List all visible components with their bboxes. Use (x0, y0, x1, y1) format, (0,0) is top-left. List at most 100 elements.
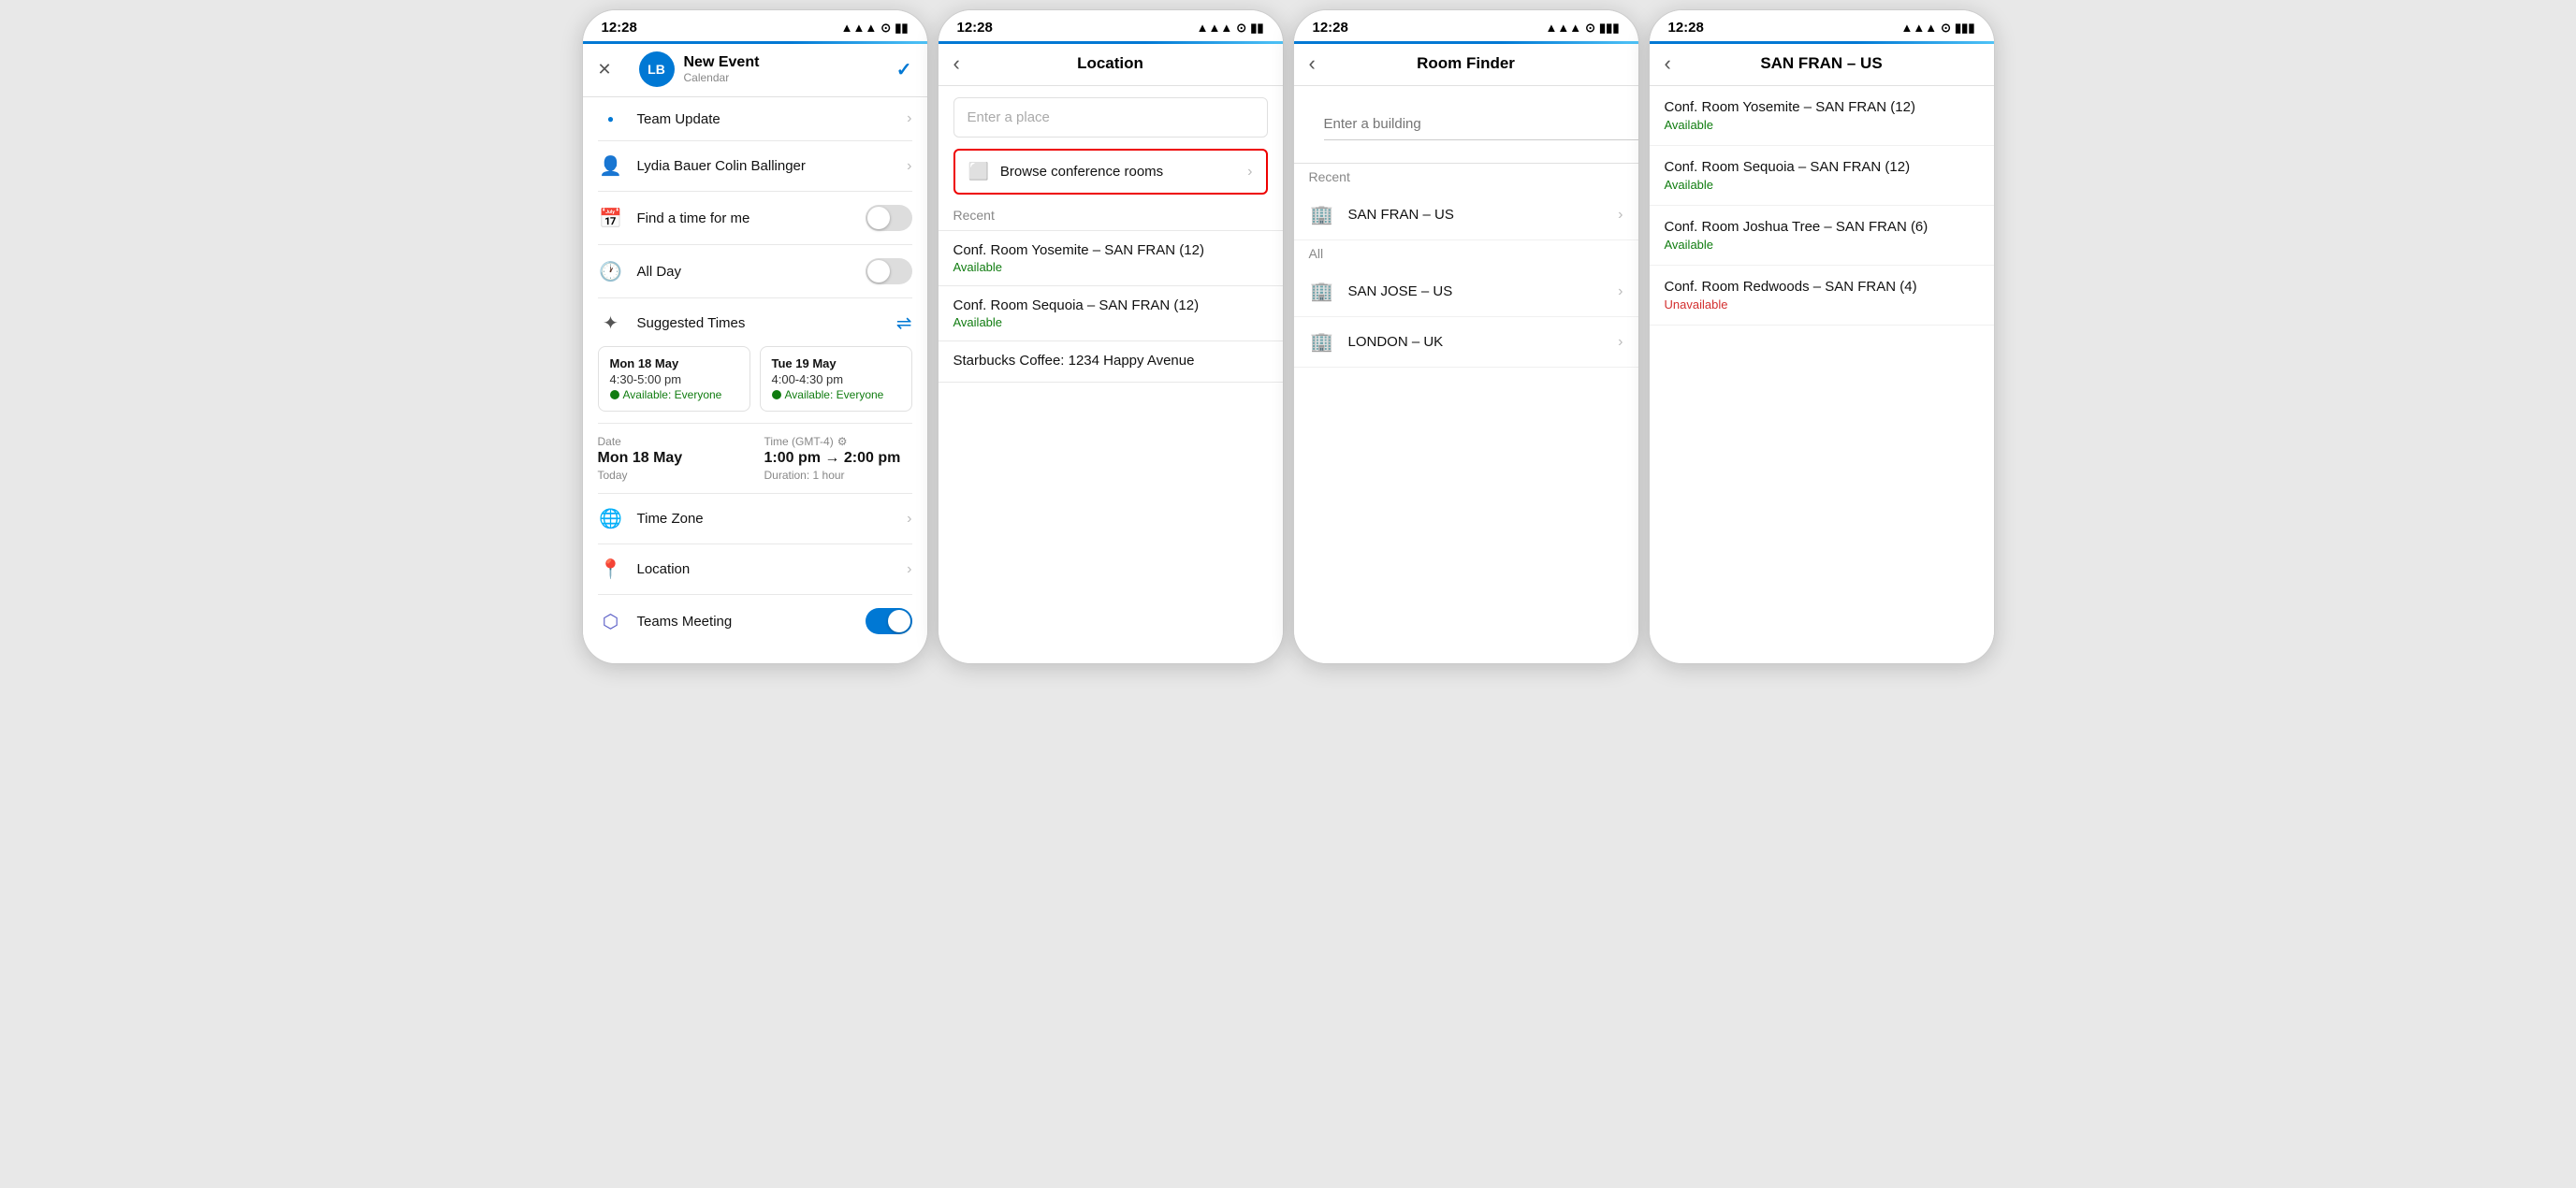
sparkle-icon: ✦ (598, 311, 624, 335)
recent-item-title-2: Starbucks Coffee: 1234 Happy Avenue (953, 353, 1268, 369)
time-2: 12:28 (957, 20, 993, 36)
time-label: Time (GMT-4) ⚙ (764, 435, 912, 448)
room-status-0: Available (1665, 118, 1979, 132)
all-day-toggle[interactable] (866, 258, 912, 284)
time-card-avail-1: Available: Everyone (772, 388, 900, 401)
time-card-date-1: Tue 19 May (772, 356, 900, 370)
battery-icon: ▮▮▮ (1955, 21, 1974, 36)
screen3-phone: 12:28 ▲▲▲ ⊙ ▮▮▮ ‹ Room Finder Recent 🏢 S… (1293, 9, 1639, 664)
globe-icon: 🌐 (598, 507, 624, 530)
event-header-text: New Event Calendar (684, 54, 875, 84)
room-result-1[interactable]: Conf. Room Sequoia – SAN FRAN (12) Avail… (1650, 146, 1994, 206)
status-icons-4: ▲▲▲ ⊙ ▮▮▮ (1901, 21, 1975, 36)
location-icon: 📍 (598, 558, 624, 581)
location-header-title: Location (991, 54, 1230, 73)
recent-section-label-3: Recent (1294, 164, 1638, 190)
building-icon: 🏢 (1309, 203, 1335, 226)
recent-item-status-1: Available (953, 315, 1268, 329)
check-icon[interactable]: ✓ (896, 58, 912, 81)
back-button-4[interactable]: ‹ (1665, 51, 1702, 76)
wifi-icon: ⊙ (1236, 21, 1246, 36)
teams-icon: ⬡ (598, 610, 624, 633)
suggested-times-label: Suggested Times (637, 315, 883, 331)
room-result-0[interactable]: Conf. Room Yosemite – SAN FRAN (12) Avai… (1650, 86, 1994, 146)
divider (939, 382, 1283, 383)
recent-item-2[interactable]: Starbucks Coffee: 1234 Happy Avenue (939, 341, 1283, 382)
room-name-3: Conf. Room Redwoods – SAN FRAN (4) (1665, 279, 1979, 295)
time-4: 12:28 (1668, 20, 1704, 36)
attendees-row[interactable]: 👤 Lydia Bauer Colin Ballinger › (583, 141, 927, 191)
avail-dot (610, 390, 619, 399)
building-row-all-1[interactable]: 🏢 LONDON – UK › (1294, 317, 1638, 368)
building-row-all-0[interactable]: 🏢 SAN JOSE – US › (1294, 267, 1638, 317)
recent-item-0[interactable]: Conf. Room Yosemite – SAN FRAN (12) Avai… (939, 231, 1283, 285)
back-button[interactable]: ‹ (953, 51, 991, 76)
rooms-icon: ⬜ (968, 162, 989, 181)
team-update-row[interactable]: ● Team Update › (583, 97, 927, 140)
all-section-label: All (1294, 240, 1638, 267)
avatar: LB (639, 51, 675, 87)
status-bar-4: 12:28 ▲▲▲ ⊙ ▮▮▮ (1650, 10, 1994, 41)
building-row-recent-0[interactable]: 🏢 SAN FRAN – US › (1294, 190, 1638, 240)
close-button[interactable]: ✕ (598, 60, 635, 80)
screen1-content: ● Team Update › 👤 Lydia Bauer Colin Ball… (583, 97, 927, 663)
close-icon[interactable]: ✕ (598, 60, 612, 80)
back-icon[interactable]: ‹ (1665, 51, 1671, 76)
enter-building-input[interactable] (1324, 109, 1638, 140)
date-value: Mon 18 May (598, 450, 746, 467)
browse-rooms-button[interactable]: ⬜ Browse conference rooms › (953, 149, 1268, 195)
confirm-button[interactable]: ✓ (875, 58, 912, 81)
circle-icon: ● (598, 112, 624, 125)
timezone-label: Time Zone (637, 511, 895, 527)
room-result-3[interactable]: Conf. Room Redwoods – SAN FRAN (4) Unava… (1650, 266, 1994, 326)
enter-place-input[interactable]: Enter a place (953, 97, 1268, 138)
chevron-icon: › (1618, 334, 1623, 351)
time-sub: Duration: 1 hour (764, 469, 912, 482)
back-icon[interactable]: ‹ (953, 51, 960, 76)
find-time-toggle[interactable] (866, 205, 912, 231)
battery-icon: ▮▮▮ (1599, 21, 1619, 36)
all-day-label: All Day (637, 264, 852, 280)
location-header: ‹ Location (939, 44, 1283, 86)
timezone-row[interactable]: 🌐 Time Zone › (583, 494, 927, 543)
building-name-all-1: LONDON – UK (1348, 334, 1606, 350)
teams-meeting-row: ⬡ Teams Meeting (583, 595, 927, 647)
attendees-label: Lydia Bauer Colin Ballinger (637, 158, 895, 174)
suggested-times-row[interactable]: ✦ Suggested Times ⇌ (583, 298, 927, 339)
room-result-2[interactable]: Conf. Room Joshua Tree – SAN FRAN (6) Av… (1650, 206, 1994, 266)
avail-dot (772, 390, 781, 399)
tune-icon[interactable]: ⇌ (896, 311, 912, 335)
chevron-icon: › (907, 511, 911, 528)
chevron-icon: › (907, 158, 911, 175)
screen2-content: Enter a place ⬜ Browse conference rooms … (939, 86, 1283, 663)
chevron-icon: › (907, 110, 911, 127)
room-finder-header: ‹ Room Finder (1294, 44, 1638, 86)
sanfran-header: ‹ SAN FRAN – US (1650, 44, 1994, 86)
screen1-phone: 12:28 ▲▲▲ ⊙ ▮▮ ✕ LB New Event Calendar ✓… (582, 9, 928, 664)
location-row[interactable]: 📍 Location › (583, 544, 927, 594)
teams-meeting-label: Teams Meeting (637, 614, 852, 630)
recent-item-1[interactable]: Conf. Room Sequoia – SAN FRAN (12) Avail… (939, 286, 1283, 340)
datetime-section: Date Mon 18 May Today Time (GMT-4) ⚙ 1:0… (583, 424, 927, 493)
wifi-icon: ⊙ (880, 21, 891, 36)
status-bar-3: 12:28 ▲▲▲ ⊙ ▮▮▮ (1294, 10, 1638, 41)
back-icon[interactable]: ‹ (1309, 51, 1316, 76)
building-icon: 🏢 (1309, 280, 1335, 303)
chevron-icon: › (1618, 283, 1623, 300)
teams-toggle[interactable] (866, 608, 912, 634)
room-status-2: Available (1665, 238, 1979, 252)
back-button-3[interactable]: ‹ (1309, 51, 1346, 76)
building-name-recent-0: SAN FRAN – US (1348, 207, 1606, 223)
recent-item-status-0: Available (953, 260, 1268, 274)
building-icon: 🏢 (1309, 330, 1335, 354)
battery-icon: ▮▮ (1250, 21, 1263, 36)
time-card-time-0: 4:30-5:00 pm (610, 372, 738, 386)
find-time-row: 📅 Find a time for me (583, 192, 927, 244)
calendar-icon: 📅 (598, 207, 624, 230)
time-card-0[interactable]: Mon 18 May 4:30-5:00 pm Available: Every… (598, 346, 750, 412)
find-time-label: Find a time for me (637, 210, 852, 226)
screen2-phone: 12:28 ▲▲▲ ⊙ ▮▮ ‹ Location Enter a place … (938, 9, 1284, 664)
date-sub: Today (598, 469, 746, 482)
time-card-1[interactable]: Tue 19 May 4:00-4:30 pm Available: Every… (760, 346, 912, 412)
chevron-icon: › (1247, 164, 1252, 181)
